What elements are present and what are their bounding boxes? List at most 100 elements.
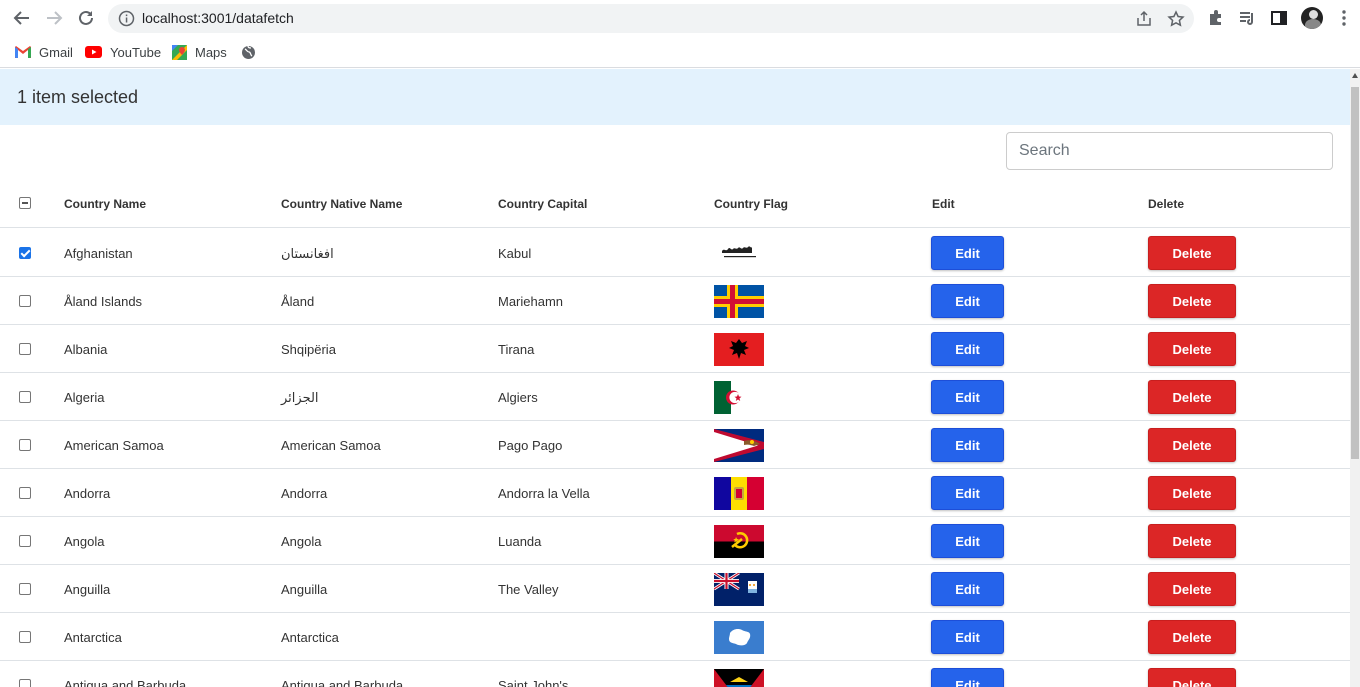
header-country-name[interactable]: Country Name bbox=[64, 197, 146, 211]
row-checkbox[interactable] bbox=[19, 295, 31, 307]
country-native-name: Antigua and Barbuda bbox=[281, 678, 404, 687]
table-row[interactable]: Åland Islands Åland Mariehamn Edit Delet… bbox=[0, 277, 1350, 325]
edit-button[interactable]: Edit bbox=[931, 428, 1004, 462]
country-name: Antigua and Barbuda bbox=[64, 678, 187, 687]
browser-toolbar: localhost:3001/datafetch bbox=[0, 0, 1360, 36]
reload-button[interactable] bbox=[74, 6, 98, 30]
country-native-name: الجزائر bbox=[281, 390, 319, 405]
edit-button[interactable]: Edit bbox=[931, 332, 1004, 366]
table-row[interactable]: Angola Angola Luanda Edit Delete bbox=[0, 517, 1350, 565]
edit-button[interactable]: Edit bbox=[931, 572, 1004, 606]
delete-button[interactable]: Delete bbox=[1148, 284, 1236, 318]
delete-button[interactable]: Delete bbox=[1148, 428, 1236, 462]
country-capital: Andorra la Vella bbox=[498, 486, 590, 501]
extensions-icon[interactable] bbox=[1206, 8, 1226, 28]
profile-avatar[interactable] bbox=[1301, 7, 1323, 29]
bookmark-youtube[interactable]: YouTube bbox=[85, 42, 161, 62]
row-checkbox[interactable] bbox=[19, 247, 31, 259]
edit-button[interactable]: Edit bbox=[931, 380, 1004, 414]
header-flag: Country Flag bbox=[714, 197, 788, 211]
edit-button[interactable]: Edit bbox=[931, 668, 1004, 687]
albania-flag-icon bbox=[714, 333, 764, 366]
angola-flag-icon bbox=[714, 525, 764, 558]
bookmark-star-icon[interactable] bbox=[1167, 10, 1185, 28]
country-capital: Kabul bbox=[498, 246, 532, 261]
delete-button[interactable]: Delete bbox=[1148, 620, 1236, 654]
edit-button[interactable]: Edit bbox=[931, 284, 1004, 318]
scroll-up-arrow-icon[interactable] bbox=[1352, 73, 1358, 78]
row-checkbox[interactable] bbox=[19, 679, 31, 687]
anguilla-flag-icon bbox=[714, 573, 764, 606]
bookmark-gmail[interactable]: Gmail bbox=[15, 42, 73, 62]
gmail-icon bbox=[15, 46, 31, 58]
row-checkbox[interactable] bbox=[19, 487, 31, 499]
header-delete: Delete bbox=[1148, 197, 1185, 211]
bookmark-maps[interactable]: Maps bbox=[172, 42, 227, 62]
side-panel-icon[interactable] bbox=[1269, 8, 1289, 28]
country-capital: Pago Pago bbox=[498, 438, 563, 453]
bookmarks-bar: Gmail YouTube Maps bbox=[0, 36, 1360, 68]
antigua-flag-icon bbox=[714, 669, 764, 687]
country-capital: Mariehamn bbox=[498, 294, 564, 309]
table-row[interactable]: Afghanistan افغانستان Kabul Edit Delete bbox=[0, 229, 1350, 277]
table-row[interactable]: Antarctica Antarctica Edit Delete bbox=[0, 613, 1350, 661]
row-checkbox[interactable] bbox=[19, 391, 31, 403]
back-arrow-icon bbox=[13, 11, 29, 25]
country-capital: Saint John's bbox=[498, 678, 569, 687]
delete-button[interactable]: Delete bbox=[1148, 236, 1236, 270]
delete-button[interactable]: Delete bbox=[1148, 332, 1236, 366]
table-row[interactable]: Anguilla Anguilla The Valley Edit Delete bbox=[0, 565, 1350, 613]
country-capital: Algiers bbox=[498, 390, 538, 405]
edit-button[interactable]: Edit bbox=[931, 236, 1004, 270]
back-button[interactable] bbox=[10, 6, 34, 30]
page-scrollbar[interactable] bbox=[1350, 69, 1360, 687]
country-name: Åland Islands bbox=[64, 294, 143, 309]
edit-button[interactable]: Edit bbox=[931, 620, 1004, 654]
delete-button[interactable]: Delete bbox=[1148, 476, 1236, 510]
table-row[interactable]: American Samoa American Samoa Pago Pago … bbox=[0, 421, 1350, 469]
search-input[interactable] bbox=[1006, 132, 1333, 170]
delete-button[interactable]: Delete bbox=[1148, 524, 1236, 558]
bookmark-label: Maps bbox=[195, 44, 227, 60]
url-text[interactable]: localhost:3001/datafetch bbox=[142, 10, 294, 26]
address-bar[interactable]: localhost:3001/datafetch bbox=[108, 4, 1194, 33]
row-checkbox[interactable] bbox=[19, 343, 31, 355]
page-content: 1 item selected Country Name Country Nat… bbox=[0, 69, 1350, 687]
header-native-name[interactable]: Country Native Name bbox=[281, 197, 402, 211]
algeria-flag-icon bbox=[714, 381, 748, 414]
reading-list-icon[interactable] bbox=[1237, 8, 1257, 28]
country-capital: Tirana bbox=[498, 342, 535, 357]
country-name: Algeria bbox=[64, 390, 105, 405]
country-native-name: افغانستان bbox=[281, 246, 334, 261]
country-name: Albania bbox=[64, 342, 108, 357]
select-all-checkbox[interactable] bbox=[19, 197, 31, 209]
row-checkbox[interactable] bbox=[19, 535, 31, 547]
bookmark-label: YouTube bbox=[110, 44, 162, 60]
country-name: Afghanistan bbox=[64, 246, 133, 261]
row-checkbox[interactable] bbox=[19, 583, 31, 595]
country-native-name: Angola bbox=[281, 534, 322, 549]
row-checkbox[interactable] bbox=[19, 631, 31, 643]
table-row[interactable]: Algeria الجزائر Algiers Edit Delete bbox=[0, 373, 1350, 421]
selection-count: 1 item selected bbox=[17, 87, 139, 107]
delete-button[interactable]: Delete bbox=[1148, 668, 1236, 687]
share-icon[interactable] bbox=[1135, 10, 1153, 28]
selection-banner: 1 item selected bbox=[0, 69, 1350, 125]
country-native-name: Åland bbox=[281, 294, 315, 309]
delete-button[interactable]: Delete bbox=[1148, 572, 1236, 606]
menu-kebab-icon[interactable] bbox=[1334, 8, 1354, 28]
row-checkbox[interactable] bbox=[19, 439, 31, 451]
edit-button[interactable]: Edit bbox=[931, 524, 1004, 558]
scrollbar-thumb[interactable] bbox=[1351, 87, 1359, 459]
table-row[interactable]: Albania Shqipëria Tirana Edit Delete bbox=[0, 325, 1350, 373]
bookmark-web[interactable] bbox=[241, 42, 264, 62]
table-row[interactable]: Andorra Andorra Andorra la Vella Edit De… bbox=[0, 469, 1350, 517]
delete-button[interactable]: Delete bbox=[1148, 380, 1236, 414]
table-row[interactable]: Antigua and Barbuda Antigua and Barbuda … bbox=[0, 661, 1350, 687]
header-capital[interactable]: Country Capital bbox=[498, 197, 587, 211]
edit-button[interactable]: Edit bbox=[931, 476, 1004, 510]
country-capital: The Valley bbox=[498, 582, 559, 597]
country-name: Angola bbox=[64, 534, 105, 549]
info-icon[interactable] bbox=[118, 10, 135, 27]
forward-button[interactable] bbox=[42, 6, 66, 30]
